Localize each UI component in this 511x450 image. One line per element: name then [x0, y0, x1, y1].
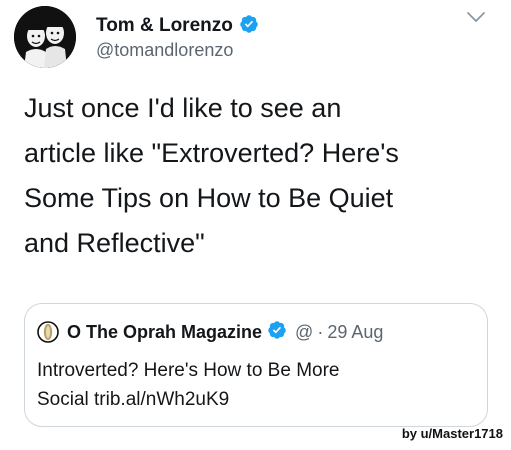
tweet-card: Tom & Lorenzo @tomandlorenzo Just once I… — [0, 0, 511, 450]
quoted-date[interactable]: 29 Aug — [327, 322, 383, 343]
chevron-down-icon[interactable] — [466, 10, 486, 24]
quoted-handle[interactable]: @ — [295, 322, 313, 343]
tweet-text-line: article like "Extroverted? Here's — [24, 138, 399, 168]
author-display-name-text: Tom & Lorenzo — [96, 15, 233, 36]
tweet-text-line: Just once I'd like to see an — [24, 93, 342, 123]
oprah-magazine-logo-icon — [37, 321, 59, 343]
quoted-tweet-body: Introverted? Here's How to Be More Socia… — [37, 356, 477, 414]
quoted-tweet-card[interactable]: O The Oprah Magazine @ · 29 Aug Introver… — [24, 303, 488, 427]
tweet-text-line: Some Tips on How to Be Quiet — [24, 183, 394, 213]
watermark: by u/Master1718 — [401, 426, 503, 441]
quoted-display-name[interactable]: O The Oprah Magazine — [67, 322, 262, 343]
cartoon-duo-avatar-icon — [14, 6, 76, 68]
quoted-text-line: Introverted? Here's How to Be More — [37, 360, 340, 381]
quoted-tweet-header: O The Oprah Magazine @ · 29 Aug — [37, 320, 383, 344]
quoted-text-line: Social trib.al/nWh2uK9 — [37, 389, 230, 410]
verified-badge-icon — [239, 14, 259, 40]
tweet-text-line: and Reflective" — [24, 228, 205, 258]
author-avatar[interactable] — [14, 6, 76, 68]
verified-badge-icon — [267, 320, 287, 345]
author-handle[interactable]: @tomandlorenzo — [96, 40, 233, 61]
author-display-name[interactable]: Tom & Lorenzo — [96, 14, 259, 40]
quoted-separator: · — [317, 321, 324, 342]
tweet-body: Just once I'd like to see an article lik… — [24, 86, 494, 266]
